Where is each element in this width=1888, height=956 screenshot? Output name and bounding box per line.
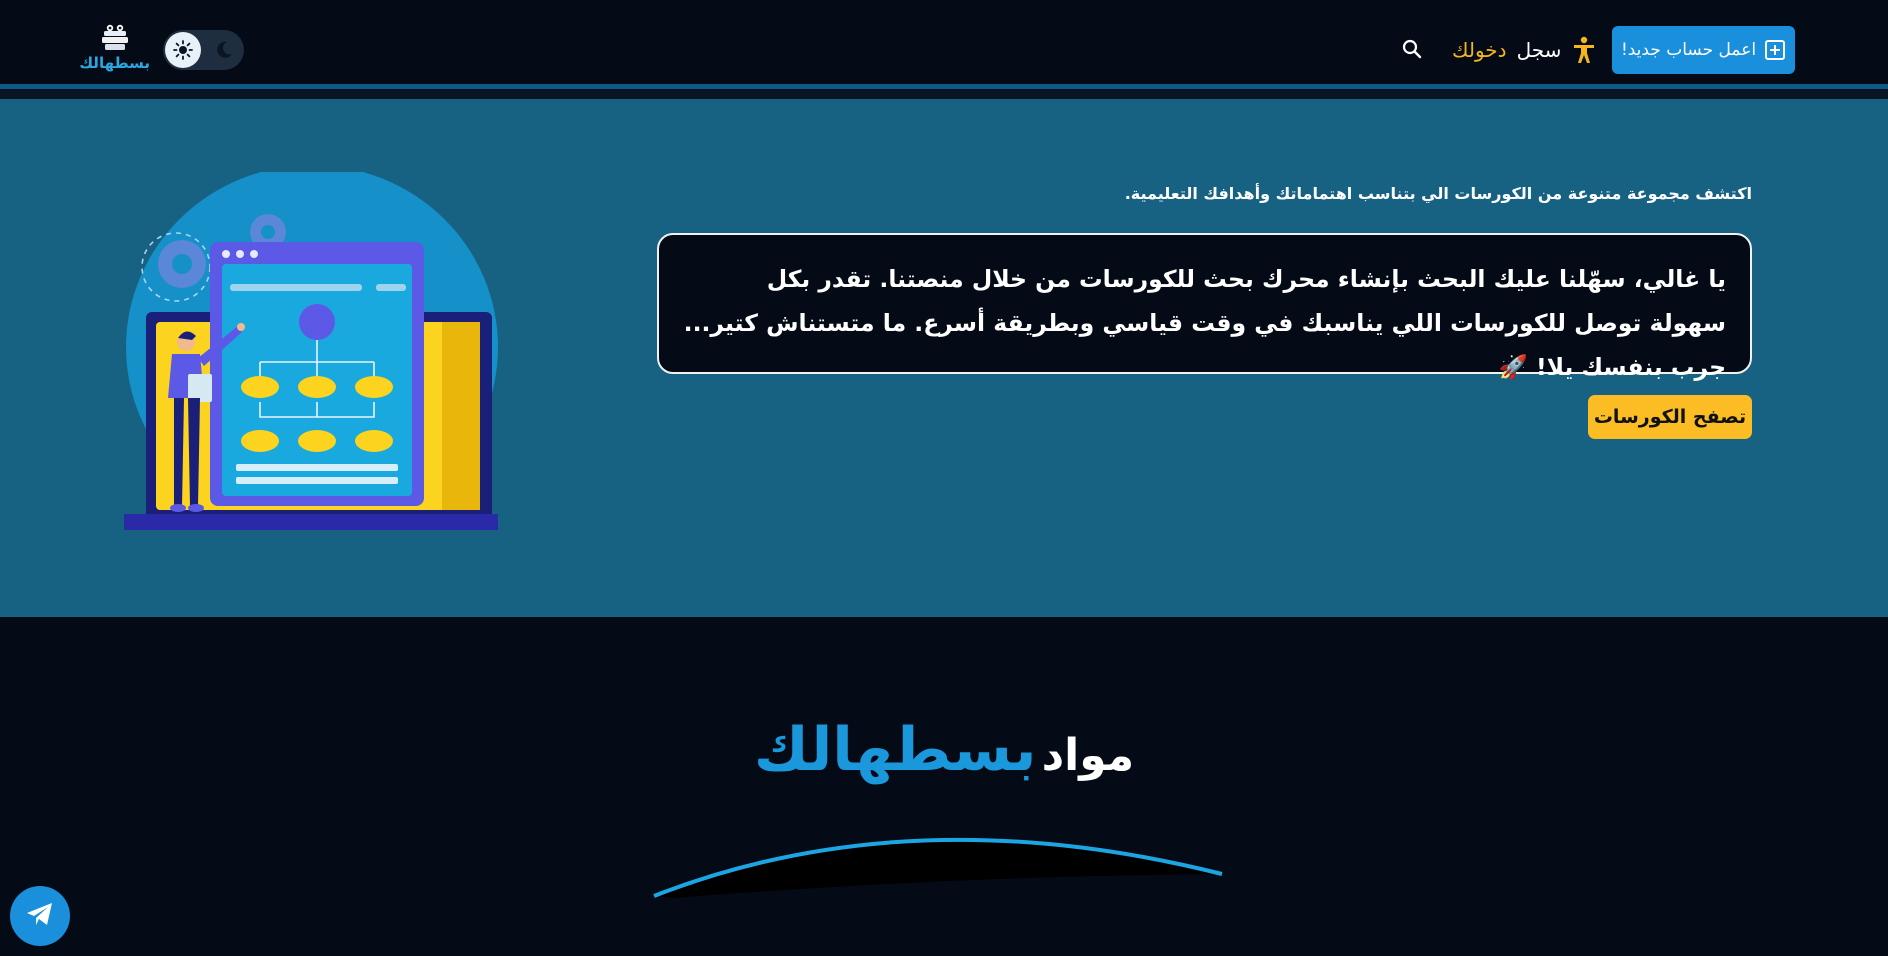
login-link[interactable]: سجل دخولك: [1452, 34, 1597, 66]
moon-icon: [213, 39, 235, 61]
plus-square-icon: [1764, 39, 1786, 61]
hero-illustration: [124, 172, 498, 530]
hero-card: يا غالي، سهّلنا عليك البحث بإنشاء محرك ب…: [657, 233, 1752, 381]
browse-courses-label: تصفح الكورسات: [1593, 406, 1747, 428]
telegram-button[interactable]: [10, 886, 70, 946]
logo-mark-icon: [102, 24, 128, 50]
site-logo[interactable]: بسطهالك: [79, 22, 150, 76]
section-title: مواد بسطهالك: [0, 715, 1888, 785]
decorative-swoosh: [653, 837, 1223, 898]
signup-label: اعمل حساب جديد!: [1620, 40, 1757, 60]
login-label: سجل: [1516, 38, 1562, 62]
search-icon[interactable]: [1401, 38, 1423, 60]
logo-text: بسطهالك: [79, 54, 150, 72]
telegram-icon: [25, 900, 55, 932]
sun-icon: [165, 32, 201, 68]
browse-courses-button[interactable]: تصفح الكورسات: [1588, 395, 1752, 439]
theme-toggle[interactable]: [163, 30, 244, 70]
accessibility-person-icon: [1571, 36, 1597, 64]
header-divider-shadow: [0, 89, 1888, 99]
hero-card-text: يا غالي، سهّلنا عليك البحث بإنشاء محرك ب…: [683, 265, 1726, 381]
login-highlight: دخولك: [1452, 38, 1507, 62]
hero-subtitle: اكتشف مجموعة متنوعة من الكورسات الي بتنا…: [1124, 184, 1752, 203]
top-navbar: اعمل حساب جديد! سجل دخولك بسطهالك: [0, 0, 1888, 84]
section-title-part1: مواد: [1041, 730, 1135, 781]
signup-button[interactable]: اعمل حساب جديد!: [1612, 26, 1795, 74]
section-title-part2: بسطهالك: [753, 715, 1037, 785]
